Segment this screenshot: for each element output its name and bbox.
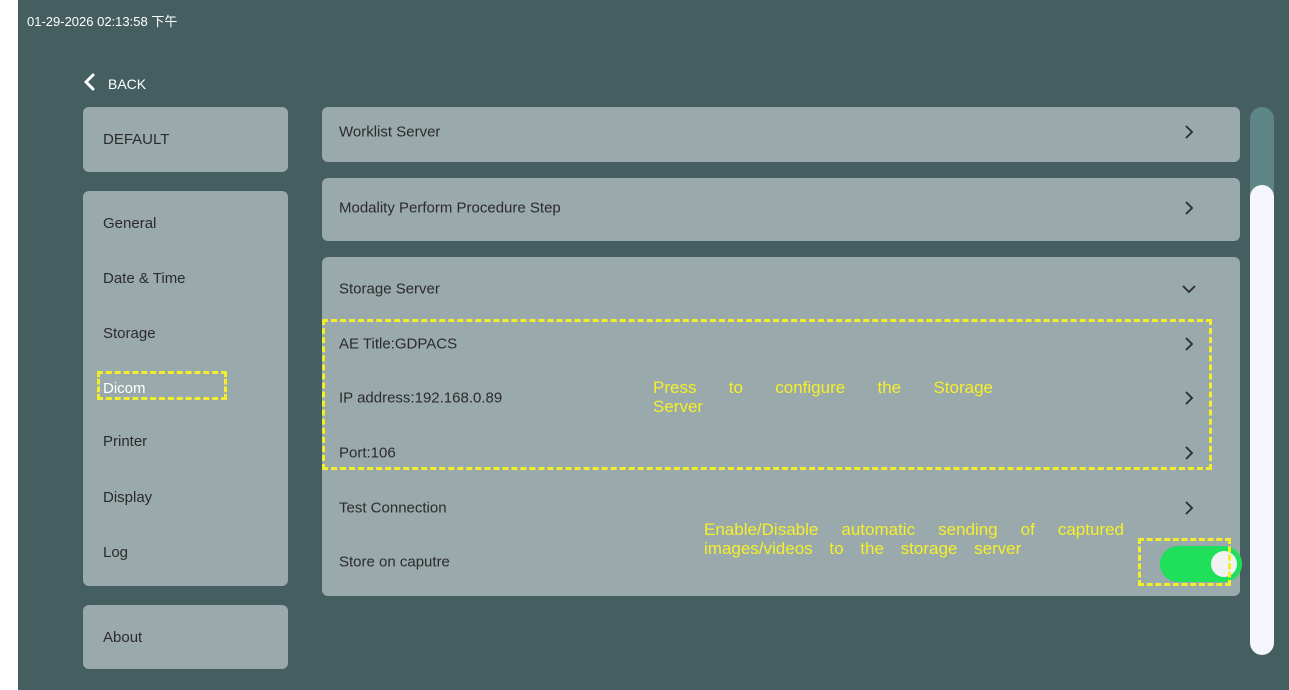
chevron-down-icon	[1182, 285, 1196, 294]
sidebar-item-log[interactable]: Log	[103, 544, 128, 561]
worklist-server-label: Worklist Server	[339, 123, 441, 141]
sidebar-item-display[interactable]: Display	[103, 489, 152, 506]
worklist-server-card[interactable]: Worklist Server	[322, 107, 1240, 162]
status-datetime: 01-29-2026 02:13:58 下午	[27, 14, 178, 29]
sidebar-item-general[interactable]: General	[103, 215, 156, 232]
scrollbar-thumb[interactable]	[1250, 185, 1274, 655]
settings-screen: 01-29-2026 02:13:58 下午 BACK DEFAULT Gene…	[18, 0, 1289, 690]
chevron-right-icon	[1185, 125, 1194, 139]
store-on-capture-label: Store on caputre	[339, 553, 450, 571]
annotation-storage-config: Press to configure the Storage Server	[653, 378, 993, 416]
highlight-store-toggle	[1138, 538, 1231, 586]
storage-server-title: Storage Server	[339, 280, 440, 298]
mpps-label: Modality Perform Procedure Step	[339, 199, 561, 217]
chevron-right-icon	[1185, 201, 1194, 215]
profile-label: DEFAULT	[103, 131, 170, 148]
highlight-dicom	[97, 371, 227, 400]
storage-server-header[interactable]: Storage Server	[322, 269, 1240, 309]
back-button[interactable]: BACK	[82, 72, 146, 92]
chevron-left-icon	[84, 73, 95, 91]
chevron-right-icon	[1185, 501, 1194, 515]
mpps-card[interactable]: Modality Perform Procedure Step	[322, 178, 1240, 241]
back-label: BACK	[108, 76, 147, 92]
profile-card[interactable]: DEFAULT	[83, 107, 288, 172]
annotation-auto-send: Enable/Disable automatic sending of capt…	[704, 520, 1124, 558]
sidebar-item-printer[interactable]: Printer	[103, 433, 147, 450]
sidebar-item-storage[interactable]: Storage	[103, 325, 156, 342]
about-card[interactable]: About	[83, 605, 288, 669]
scrollbar[interactable]	[1250, 107, 1274, 655]
sidebar-item-date-time[interactable]: Date & Time	[103, 270, 186, 287]
about-label: About	[103, 629, 143, 646]
test-connection-label: Test Connection	[339, 499, 447, 517]
